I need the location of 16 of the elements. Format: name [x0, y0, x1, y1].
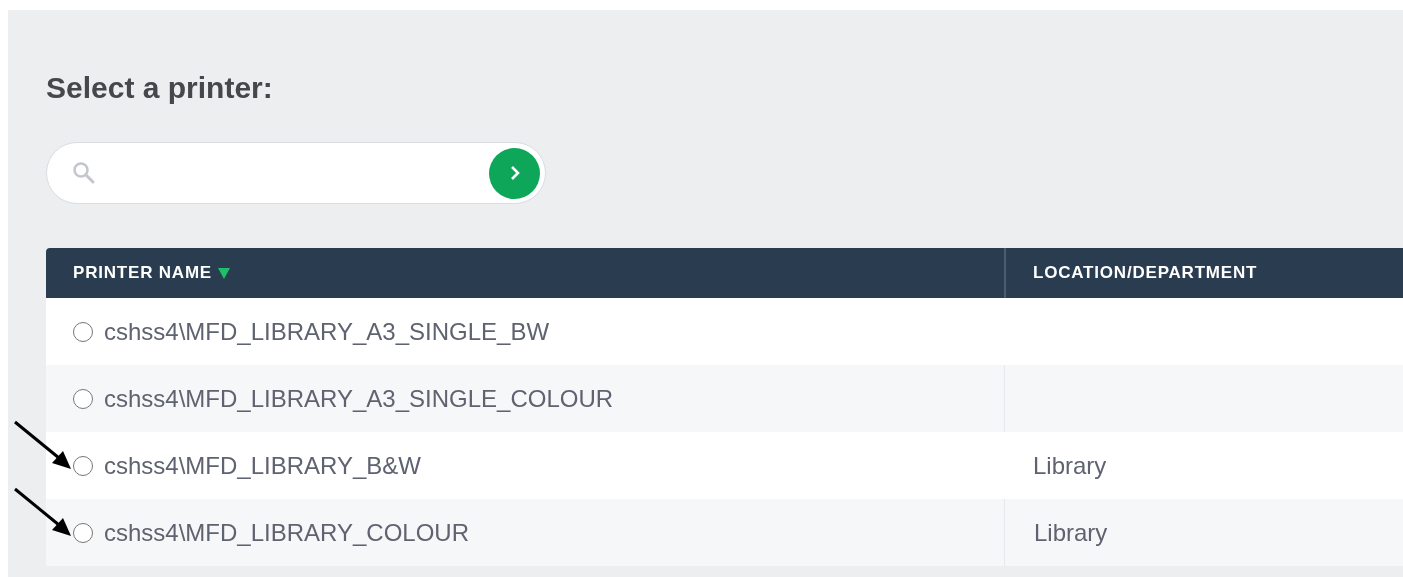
- location-text: Library: [1034, 518, 1108, 547]
- radio-button[interactable]: [73, 388, 93, 409]
- radio-button[interactable]: [73, 522, 93, 543]
- search-icon: [72, 161, 96, 185]
- radio-button[interactable]: [73, 321, 93, 342]
- radio-button[interactable]: [73, 455, 93, 476]
- printer-name: cshss4\MFD_LIBRARY_COLOUR: [104, 518, 469, 547]
- printer-name: cshss4\MFD_LIBRARY_A3_SINGLE_BW: [104, 317, 550, 346]
- go-button[interactable]: [489, 147, 540, 199]
- column-header[interactable]: PRINTER NAME: [46, 248, 1004, 298]
- chevron-right-icon: [508, 165, 521, 181]
- printer-name: cshss4\MFD_LIBRARY_A3_SINGLE_COLOUR: [104, 384, 614, 413]
- page-title: Select a printer:: [46, 70, 274, 106]
- location-text: Library: [1033, 451, 1107, 480]
- column-header[interactable]: LOCATION/DEPARTMENT: [1004, 248, 1403, 298]
- printer-name: cshss4\MFD_LIBRARY_B&W: [104, 451, 421, 480]
